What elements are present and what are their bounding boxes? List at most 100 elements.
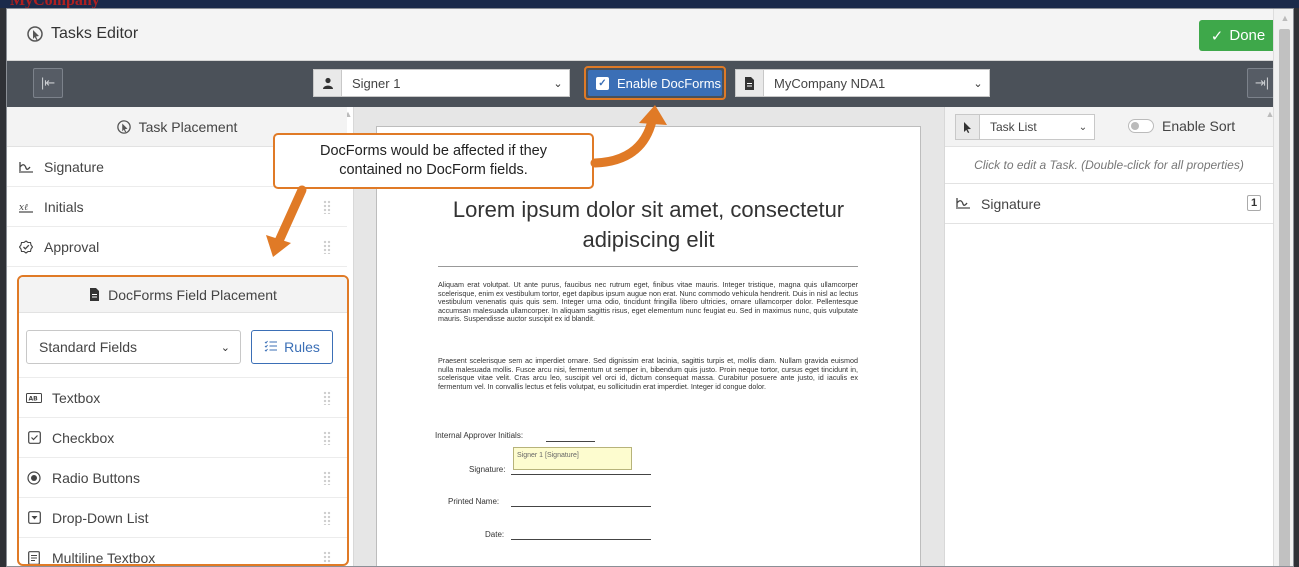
task-list-panel: Task List ⌄ Enable Sort Click to edit a … (944, 107, 1274, 566)
document-divider (438, 266, 858, 267)
field-item-checkbox[interactable]: Checkbox (19, 417, 347, 457)
enable-docforms-label: Enable DocForms (617, 75, 722, 91)
callout-line1: DocForms would be affected if they (319, 143, 547, 159)
field-set-select[interactable]: Standard Fields ⌄ (26, 330, 241, 364)
view-select[interactable]: Task List ⌄ (955, 114, 1095, 140)
date-label: Date: (485, 530, 505, 539)
approver-initials-line (546, 441, 595, 442)
initials-icon: xℓ (18, 201, 34, 213)
field-set-value: Standard Fields (39, 339, 138, 355)
task-count-badge: 1 (1247, 195, 1261, 211)
signature-label: Signature: (469, 465, 506, 474)
printed-name-line (511, 506, 651, 507)
document-heading: Lorem ipsum dolor sit amet, consectetur … (377, 195, 920, 255)
checkbox-icon (26, 431, 42, 444)
check-icon: ✓ (1210, 27, 1224, 45)
task-item-label: Approval (44, 238, 100, 255)
window-scrollbar[interactable]: ▲ (1273, 9, 1293, 566)
drag-handle-icon[interactable] (323, 391, 331, 405)
background-app-strip: MyCompany (0, 0, 1299, 8)
document-select[interactable]: MyCompany NDA1 ⌄ (735, 69, 990, 97)
tasks-editor-window: Tasks Editor ✓ Done |⇤ Signer 1 ⌄ ✓ Enab… (6, 8, 1294, 567)
drag-handle-icon[interactable] (323, 511, 331, 525)
signer-value: Signer 1 (352, 75, 401, 91)
drag-handle-icon[interactable] (323, 471, 331, 485)
chevron-down-icon: ⌄ (1078, 121, 1088, 133)
toolbar: |⇤ Signer 1 ⌄ ✓ Enable DocForms MyCompan… (7, 61, 1293, 107)
textbox-icon: AB (26, 392, 42, 403)
enable-docforms-toggle[interactable]: ✓ Enable DocForms (588, 70, 722, 96)
approval-icon (18, 239, 34, 254)
window-title: Tasks Editor (27, 25, 138, 43)
field-item-label: Drop-Down List (52, 509, 149, 526)
cursor-icon (27, 26, 43, 42)
radio-icon (26, 470, 42, 485)
toggle-switch-icon (1128, 119, 1154, 133)
checkbox-checked-icon: ✓ (596, 76, 609, 90)
field-item-textbox[interactable]: AB Textbox (19, 377, 347, 417)
drag-handle-icon[interactable] (323, 240, 331, 254)
scrollbar-thumb[interactable] (1279, 29, 1290, 566)
signer-select[interactable]: Signer 1 ⌄ (313, 69, 570, 97)
enable-sort-label: Enable Sort (1162, 118, 1236, 134)
field-item-label: Textbox (52, 389, 101, 406)
docforms-field-placement-section: DocForms Field Placement Standard Fields… (17, 275, 349, 566)
chevron-down-icon: ⌄ (973, 77, 983, 90)
svg-text:AB: AB (29, 395, 39, 402)
rules-button[interactable]: Rules (251, 330, 333, 364)
annotation-callout: DocForms would be affected if they conta… (273, 133, 594, 189)
field-item-label: Multiline Textbox (52, 549, 156, 566)
document-value: MyCompany NDA1 (774, 75, 886, 91)
task-list-hint: Click to edit a Task. (Double-click for … (945, 147, 1273, 184)
field-item-label: Radio Buttons (52, 469, 140, 486)
collapse-left-button[interactable]: |⇤ (33, 68, 63, 98)
document-page: Lorem ipsum dolor sit amet, consectetur … (376, 126, 921, 566)
approver-initials-label: Internal Approver Initials: (435, 431, 524, 440)
task-placement-title: Task Placement (138, 118, 238, 135)
field-item-drop-down-list[interactable]: Drop-Down List (19, 497, 347, 537)
rules-label: Rules (284, 339, 320, 355)
signature-icon (955, 196, 971, 212)
field-item-label: Checkbox (52, 429, 115, 446)
collapse-right-icon: ⇥| (1254, 75, 1270, 90)
title-bar: Tasks Editor ✓ Done (7, 9, 1293, 61)
task-list-item[interactable]: Signature 1 (945, 184, 1273, 224)
signature-placeholder-text: Signer 1 [Signature] (517, 452, 579, 459)
collapse-left-icon: |⇤ (40, 75, 56, 90)
task-item-approval[interactable]: Approval (7, 227, 347, 267)
document-paragraph-2: Praesent scelerisque sem ac imperdiet or… (438, 356, 858, 391)
view-value: Task List (990, 120, 1037, 134)
drag-handle-icon[interactable] (323, 431, 331, 445)
chevron-down-icon: ⌄ (553, 77, 563, 90)
form-document-icon (90, 288, 100, 301)
scroll-up-icon[interactable]: ▲ (1280, 13, 1290, 23)
drag-handle-icon[interactable] (323, 200, 331, 214)
task-item-initials[interactable]: xℓ Initials (7, 187, 347, 227)
user-icon (314, 70, 342, 96)
task-list-header: Task List ⌄ Enable Sort (945, 107, 1273, 147)
done-label: Done (1229, 27, 1266, 44)
field-item-radio-buttons[interactable]: Radio Buttons (19, 457, 347, 497)
dropdown-icon (26, 511, 42, 524)
docforms-header: DocForms Field Placement (19, 277, 347, 313)
done-button[interactable]: ✓ Done (1199, 20, 1277, 51)
background-brand: MyCompany (10, 0, 100, 8)
callout-line2: contained no DocForm fields. (339, 162, 528, 178)
task-item-label: Initials (44, 198, 84, 215)
document-heading-line1: Lorem ipsum dolor sit amet, consectetur (452, 197, 845, 222)
date-line (511, 539, 651, 540)
enable-sort-toggle[interactable]: Enable Sort (1128, 118, 1235, 134)
window-title-text: Tasks Editor (51, 25, 139, 42)
document-icon (736, 70, 764, 96)
document-heading-line2: adipiscing elit (582, 227, 715, 252)
list-check-icon (264, 339, 278, 355)
printed-name-label: Printed Name: (448, 497, 500, 506)
document-paragraph-1: Aliquam erat volutpat. Ut ante purus, fa… (438, 280, 858, 324)
signature-line (511, 474, 651, 475)
cursor-icon (116, 119, 131, 134)
drag-handle-icon[interactable] (323, 551, 331, 564)
signature-placeholder-field[interactable]: Signer 1 [Signature] (513, 447, 632, 470)
chevron-down-icon: ⌄ (220, 342, 230, 354)
docforms-title: DocForms Field Placement (108, 286, 277, 303)
field-item-multiline-textbox[interactable]: Multiline Textbox (19, 537, 347, 566)
